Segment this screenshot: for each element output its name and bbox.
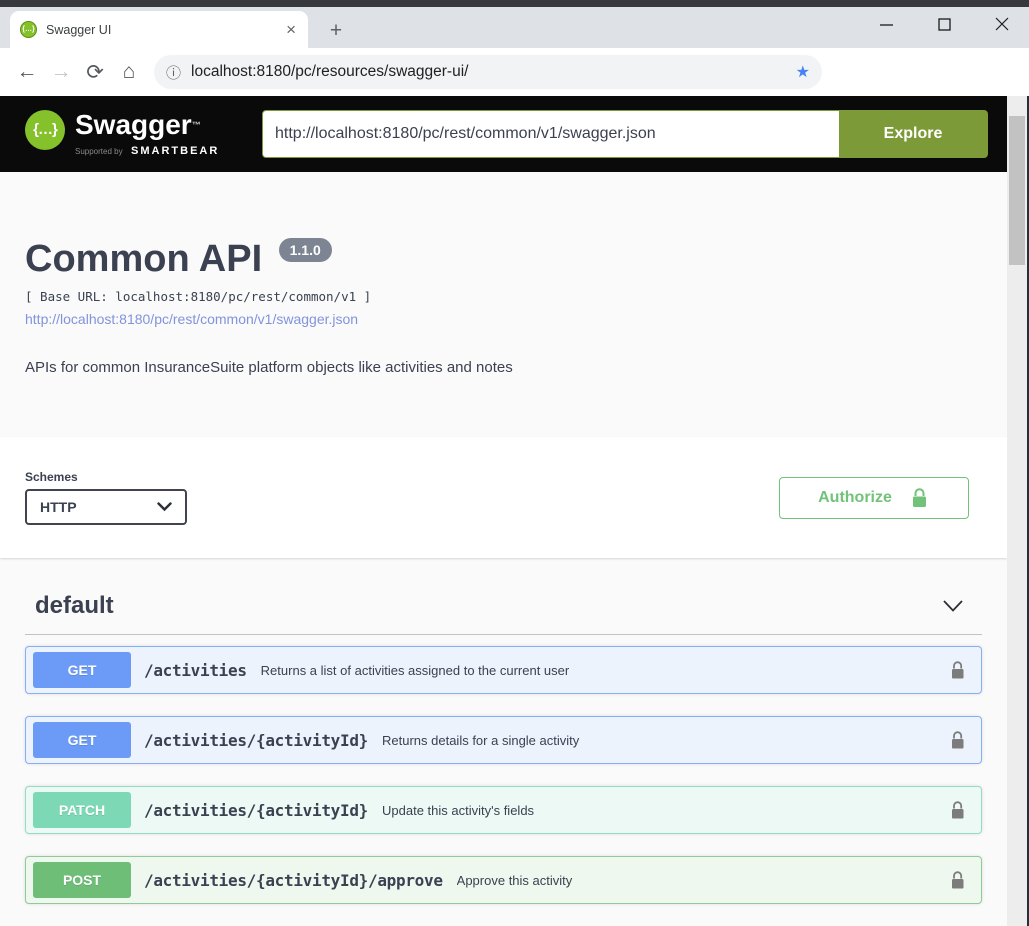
scrollbar-thumb[interactable] — [1009, 116, 1025, 265]
page-info-icon[interactable]: ⓘ — [166, 62, 181, 83]
maximize-button[interactable] — [925, 9, 963, 39]
authorize-label: Authorize — [818, 489, 892, 507]
spec-url-input[interactable] — [263, 111, 839, 157]
operation-row[interactable]: PATCH /activities/{activityId} Update th… — [25, 786, 982, 834]
method-badge: GET — [33, 722, 131, 758]
operation-path: /activities/{activityId}/approve — [144, 871, 443, 890]
explore-button[interactable]: Explore — [839, 111, 987, 157]
operation-row[interactable]: GET /activities Returns a list of activi… — [25, 646, 982, 694]
swagger-page: Common API 1.1.0 [ Base URL: localhost:8… — [0, 172, 1007, 926]
unlocked-padlock-icon[interactable] — [949, 870, 967, 891]
tag-header-default[interactable]: default — [25, 584, 982, 635]
api-info-section: Common API 1.1.0 [ Base URL: localhost:8… — [0, 172, 1007, 437]
api-base-url: [ Base URL: localhost:8180/pc/rest/commo… — [25, 289, 982, 304]
forward-icon[interactable]: → — [44, 55, 78, 89]
address-bar[interactable]: ⓘ localhost:8180/pc/resources/swagger-ui… — [154, 55, 822, 89]
schemes-select[interactable]: HTTP — [25, 489, 187, 525]
tab-close-icon[interactable]: × — [284, 21, 298, 38]
method-badge: POST — [33, 862, 131, 898]
operations-section: default GET /activities Returns a list o… — [0, 558, 1007, 904]
back-icon[interactable]: ← — [10, 55, 44, 89]
browser-toolbar: ← → ⟳ ⌂ ⓘ localhost:8180/pc/resources/sw… — [0, 48, 1029, 96]
reload-icon[interactable]: ⟳ — [78, 55, 112, 89]
unlocked-padlock-icon[interactable] — [949, 800, 967, 821]
home-icon[interactable]: ⌂ — [112, 55, 146, 89]
scheme-container: Schemes HTTP Authorize — [0, 437, 1007, 558]
method-badge: GET — [33, 652, 131, 688]
schemes-selected-value: HTTP — [40, 499, 77, 515]
operation-summary: Approve this activity — [457, 873, 949, 888]
browser-tab[interactable]: {…} Swagger UI × — [10, 11, 308, 48]
browser-window: {…} Swagger UI × + ← → ⟳ ⌂ ⓘ localhost:8… — [0, 0, 1029, 926]
swagger-logo-icon: {…} — [25, 110, 65, 150]
tab-title: Swagger UI — [46, 23, 284, 37]
operations-list: GET /activities Returns a list of activi… — [25, 646, 982, 904]
chevron-down-icon — [157, 502, 172, 512]
swagger-logo: {…} Swagger™ Supported by SMARTBEAR — [25, 110, 219, 159]
unlocked-padlock-icon[interactable] — [949, 730, 967, 751]
vertical-scrollbar[interactable] — [1007, 96, 1027, 926]
unlocked-padlock-icon[interactable] — [949, 660, 967, 681]
bookmark-star-icon[interactable]: ★ — [796, 62, 810, 82]
authorize-button[interactable]: Authorize — [779, 477, 969, 519]
operation-path: /activities/{activityId} — [144, 731, 368, 750]
method-badge: PATCH — [33, 792, 131, 828]
swagger-topbar: {…} Swagger™ Supported by SMARTBEAR Expl… — [0, 96, 1029, 172]
swagger-favicon-icon: {…} — [20, 21, 37, 38]
spec-url-group: Explore — [262, 110, 988, 158]
swagger-logo-name: Swagger™ — [75, 110, 219, 140]
operation-path: /activities/{activityId} — [144, 801, 368, 820]
tab-strip: {…} Swagger UI × + — [0, 7, 1029, 48]
supported-by-label: Supported by — [75, 147, 123, 156]
minimize-button[interactable] — [867, 9, 905, 39]
window-controls — [867, 9, 1021, 39]
schemes-label: Schemes — [25, 470, 187, 484]
window-frame-top — [0, 0, 1029, 7]
smartbear-brand: SMARTBEAR — [131, 145, 219, 157]
operation-summary: Returns a list of activities assigned to… — [261, 663, 949, 678]
api-title: Common API — [25, 238, 262, 281]
unlocked-padlock-icon — [910, 487, 930, 509]
operation-path: /activities — [144, 661, 247, 680]
operation-row[interactable]: GET /activities/{activityId} Returns det… — [25, 716, 982, 764]
tag-name: default — [35, 592, 114, 620]
spec-json-link[interactable]: http://localhost:8180/pc/rest/common/v1/… — [25, 311, 358, 327]
api-version-badge: 1.1.0 — [279, 238, 332, 262]
operation-row[interactable]: POST /activities/{activityId}/approve Ap… — [25, 856, 982, 904]
operation-summary: Returns details for a single activity — [382, 733, 949, 748]
operation-summary: Update this activity's fields — [382, 803, 949, 818]
new-tab-button[interactable]: + — [322, 17, 350, 45]
chevron-down-icon[interactable] — [942, 599, 964, 613]
address-url-text[interactable]: localhost:8180/pc/resources/swagger-ui/ — [191, 63, 788, 81]
close-window-button[interactable] — [983, 9, 1021, 39]
api-description: APIs for common InsuranceSuite platform … — [25, 359, 982, 376]
